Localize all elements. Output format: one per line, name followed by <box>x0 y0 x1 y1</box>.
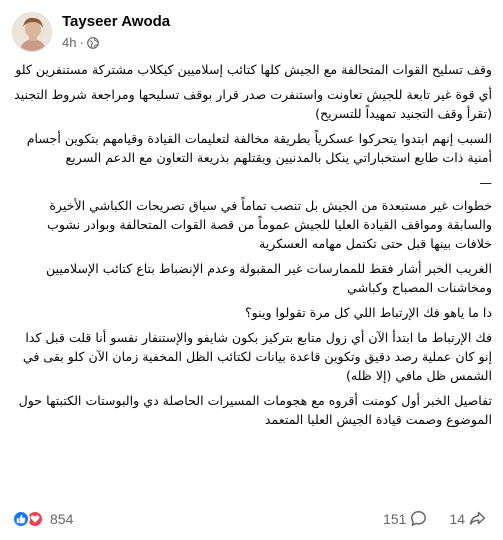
post-paragraph: دا ما ياهو فك الإرتباط اللي كل مرة تقولو… <box>244 305 492 320</box>
reactions-count: 854 <box>50 511 74 527</box>
comment-icon <box>411 511 427 526</box>
post-paragraph: وقف تسليح القوات المتحالفة مع الجيش كلها… <box>15 62 492 77</box>
avatar-image <box>13 13 51 51</box>
author-name[interactable]: Tayseer Awoda <box>62 13 170 30</box>
like-icon <box>12 510 30 528</box>
avatar[interactable] <box>12 12 52 52</box>
comments-count: 151 <box>383 510 407 527</box>
post-paragraph: فك الإرتباط ما ابتدأ الآن أي زول متابع ب… <box>22 330 492 383</box>
globe-icon <box>86 36 99 49</box>
post-paragraph: تفاصيل الخبر أول كومنت أقروه مع هجومات ا… <box>18 393 492 427</box>
post-paragraph: السبب إنهم ابتدوا يتحركوا عسكرياً بطريقة… <box>26 131 492 165</box>
engagement-stats: 151 14 <box>383 510 486 527</box>
post-divider: — <box>479 175 492 190</box>
post-body: وقف تسليح القوات المتحالفة مع الجيش كلها… <box>14 60 492 435</box>
post-footer: 854 151 14 <box>12 506 492 534</box>
post-meta: 4h · <box>62 35 99 50</box>
share-icon <box>469 511 486 525</box>
post-header: Tayseer Awoda 4h · <box>12 8 492 54</box>
shares-stat[interactable]: 14 <box>449 510 486 527</box>
comments-stat[interactable]: 151 <box>383 510 427 527</box>
shares-count: 14 <box>449 510 465 527</box>
post-time[interactable]: 4h <box>62 35 76 50</box>
reactions-summary[interactable]: 854 <box>12 510 73 528</box>
post-paragraph: أي قوة غير تابعة للجيش تعاونت واستنفرت ص… <box>14 87 492 121</box>
meta-separator: · <box>79 35 84 50</box>
post-paragraph: الغريب الخبر أشار فقط للممارسات غير المق… <box>46 261 492 295</box>
post-paragraph: خطوات غير مستبعدة من الجيش بل تنصب تماما… <box>46 198 492 251</box>
